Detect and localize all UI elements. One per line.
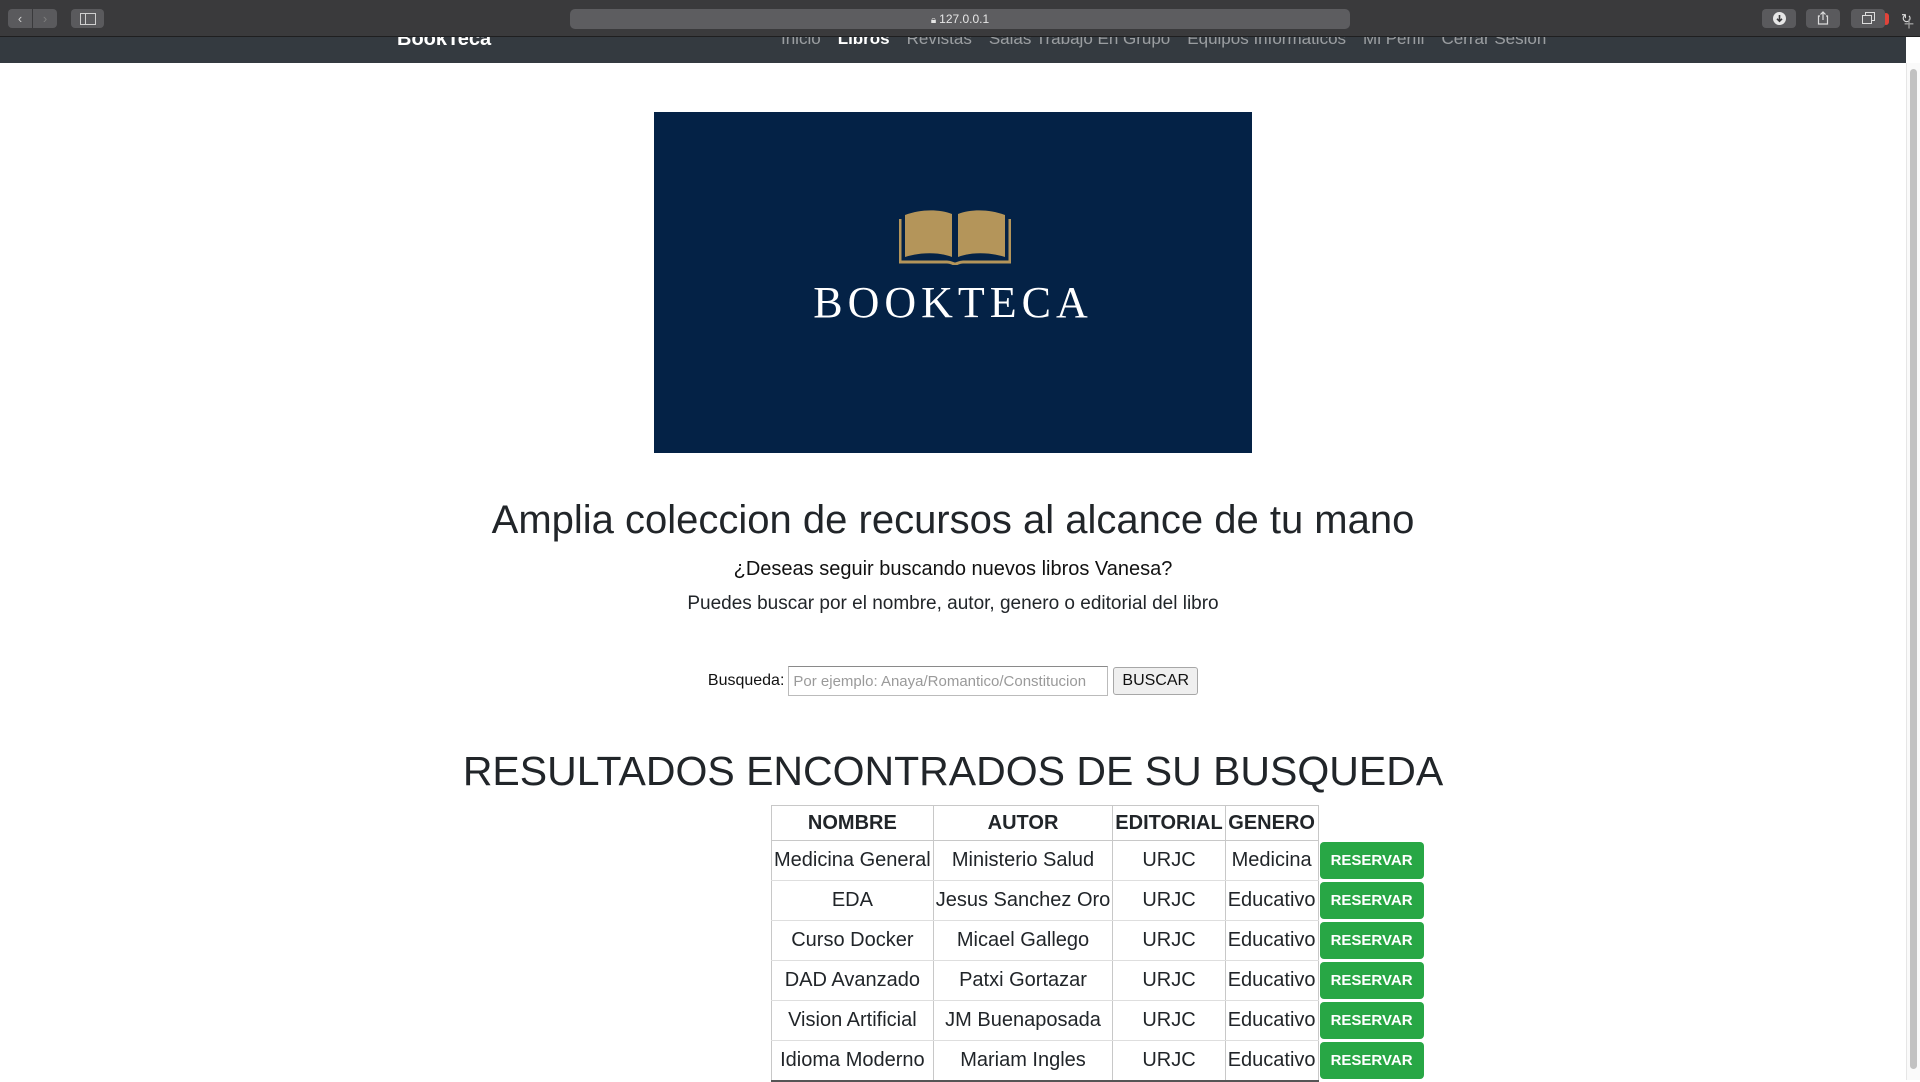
reservar-button[interactable]: RESERVAR [1319, 882, 1424, 919]
cell-autor: Micael Gallego [932, 920, 1114, 961]
nav-links: Inicio Libros Revistas Salas Trabajo En … [781, 37, 1546, 49]
sidebar-toggle-button[interactable] [71, 9, 104, 28]
download-icon [1772, 12, 1786, 25]
table-row: Medicina General Ministerio Salud URJC M… [771, 840, 1425, 881]
cell-nombre: Idioma Moderno [771, 1040, 934, 1082]
cell-nombre: DAD Avanzado [771, 960, 934, 1001]
cell-nombre: Curso Docker [771, 920, 934, 961]
search-button[interactable]: BUSCAR [1113, 667, 1199, 695]
cell-editorial: URJC [1112, 1040, 1226, 1082]
nav-link-cerrar-sesion[interactable]: Cerrar Sesion [1441, 37, 1546, 49]
cell-editorial: URJC [1112, 920, 1226, 961]
chevron-right-icon: › [42, 11, 48, 26]
cell-autor: Mariam Ingles [932, 1040, 1114, 1082]
cell-autor: JM Buenaposada [932, 1000, 1114, 1041]
tabs-icon [1861, 12, 1875, 24]
nav-link-mi-perfil[interactable]: Mi Perfil [1363, 37, 1424, 49]
page-scrollbar[interactable] [1906, 63, 1920, 1080]
table-row: Vision Artificial JM Buenaposada URJC Ed… [771, 1000, 1425, 1041]
forward-button[interactable]: › [33, 9, 57, 28]
nav-link-revistas[interactable]: Revistas [907, 37, 972, 49]
cell-genero: Educativo [1224, 880, 1319, 921]
reservar-button[interactable]: RESERVAR [1319, 922, 1424, 959]
column-header-autor: AUTOR [932, 805, 1114, 841]
cell-genero: Educativo [1224, 1040, 1319, 1082]
column-header-genero: GENERO [1224, 805, 1319, 841]
search-label: Busqueda: [707, 672, 785, 689]
share-icon [1817, 11, 1829, 25]
cell-action: RESERVAR [1318, 1041, 1424, 1081]
url-text: 127.0.0.1 [939, 12, 990, 26]
cell-action: RESERVAR [1318, 881, 1424, 921]
table-row: DAD Avanzado Patxi Gortazar URJC Educati… [771, 960, 1425, 1001]
search-hint: Puedes buscar por el nombre, autor, gene… [687, 593, 1219, 614]
cell-genero: Medicina [1224, 840, 1319, 881]
new-tab-button[interactable]: + [1898, 12, 1920, 37]
sidebar-icon [79, 13, 96, 25]
cell-action: RESERVAR [1318, 921, 1424, 961]
cell-action: RESERVAR [1318, 841, 1424, 881]
reservar-button[interactable]: RESERVAR [1319, 1042, 1424, 1079]
column-header-action [1318, 806, 1424, 841]
cell-genero: Educativo [1224, 1000, 1319, 1041]
cell-nombre: EDA [771, 880, 934, 921]
results-table: NOMBRE AUTOR EDITORIAL GENERO Medicina G… [771, 805, 1425, 1082]
hero-banner: BOOKTECA [654, 112, 1252, 453]
cell-genero: Educativo [1224, 960, 1319, 1001]
cell-autor: Patxi Gortazar [932, 960, 1114, 1001]
nav-link-equipos[interactable]: Equipos Informaticos [1187, 37, 1346, 49]
open-book-icon [899, 210, 1011, 265]
brand-logo-text[interactable]: BookTeca [397, 37, 491, 51]
back-button[interactable]: ‹ [8, 9, 32, 28]
cell-autor: Ministerio Salud [932, 840, 1114, 881]
cell-editorial: URJC [1112, 880, 1226, 921]
table-row: Curso Docker Micael Gallego URJC Educati… [771, 920, 1425, 961]
cell-genero: Educativo [1224, 920, 1319, 961]
nav-link-inicio[interactable]: Inicio [781, 37, 821, 49]
search-input[interactable] [788, 666, 1109, 696]
address-bar[interactable]: 🔒︎ 127.0.0.1 ↻ [570, 9, 1912, 29]
table-row: Idioma Moderno Mariam Ingles URJC Educat… [771, 1040, 1425, 1082]
nav-link-libros[interactable]: Libros [838, 37, 890, 49]
plus-icon: + [1903, 14, 1915, 34]
cell-editorial: URJC [1112, 840, 1226, 881]
search-form: Busqueda: BUSCAR [0, 666, 1906, 696]
nav-link-salas[interactable]: Salas Trabajo En Grupo [989, 37, 1170, 49]
downloads-button[interactable] [1762, 9, 1796, 28]
cell-autor: Jesus Sanchez Oro [932, 880, 1114, 921]
chevron-left-icon: ‹ [17, 11, 23, 26]
share-button[interactable] [1806, 9, 1840, 28]
cell-action: RESERVAR [1318, 961, 1424, 1001]
column-header-editorial: EDITORIAL [1112, 805, 1226, 841]
lock-icon: 🔒︎ [930, 15, 937, 26]
main-heading: Amplia coleccion de recursos al alcance … [491, 498, 1415, 542]
cell-nombre: Medicina General [771, 840, 934, 881]
hero-title: BOOKTECA [813, 278, 1093, 327]
table-row: EDA Jesus Sanchez Oro URJC Educativo RES… [771, 880, 1425, 921]
cell-action: RESERVAR [1318, 1001, 1424, 1041]
scrollbar-thumb[interactable] [1910, 69, 1917, 1069]
results-heading: RESULTADOS ENCONTRADOS DE SU BUSQUEDA [462, 748, 1444, 794]
table-header-row: NOMBRE AUTOR EDITORIAL GENERO [771, 805, 1425, 841]
search-question: ¿Deseas seguir buscando nuevos libros Va… [733, 558, 1173, 580]
cell-editorial: URJC [1112, 1000, 1226, 1041]
reservar-button[interactable]: RESERVAR [1319, 1002, 1424, 1039]
reservar-button[interactable]: RESERVAR [1319, 962, 1424, 999]
cell-editorial: URJC [1112, 960, 1226, 1001]
reservar-button[interactable]: RESERVAR [1319, 842, 1424, 879]
browser-toolbar: ‹ › 🔒︎ 127.0.0.1 ↻ + [0, 0, 1920, 37]
cell-nombre: Vision Artificial [771, 1000, 934, 1041]
tab-overview-button[interactable] [1851, 9, 1885, 28]
column-header-nombre: NOMBRE [771, 805, 934, 841]
site-navbar: BookTeca Inicio Libros Revistas Salas Tr… [0, 37, 1906, 63]
